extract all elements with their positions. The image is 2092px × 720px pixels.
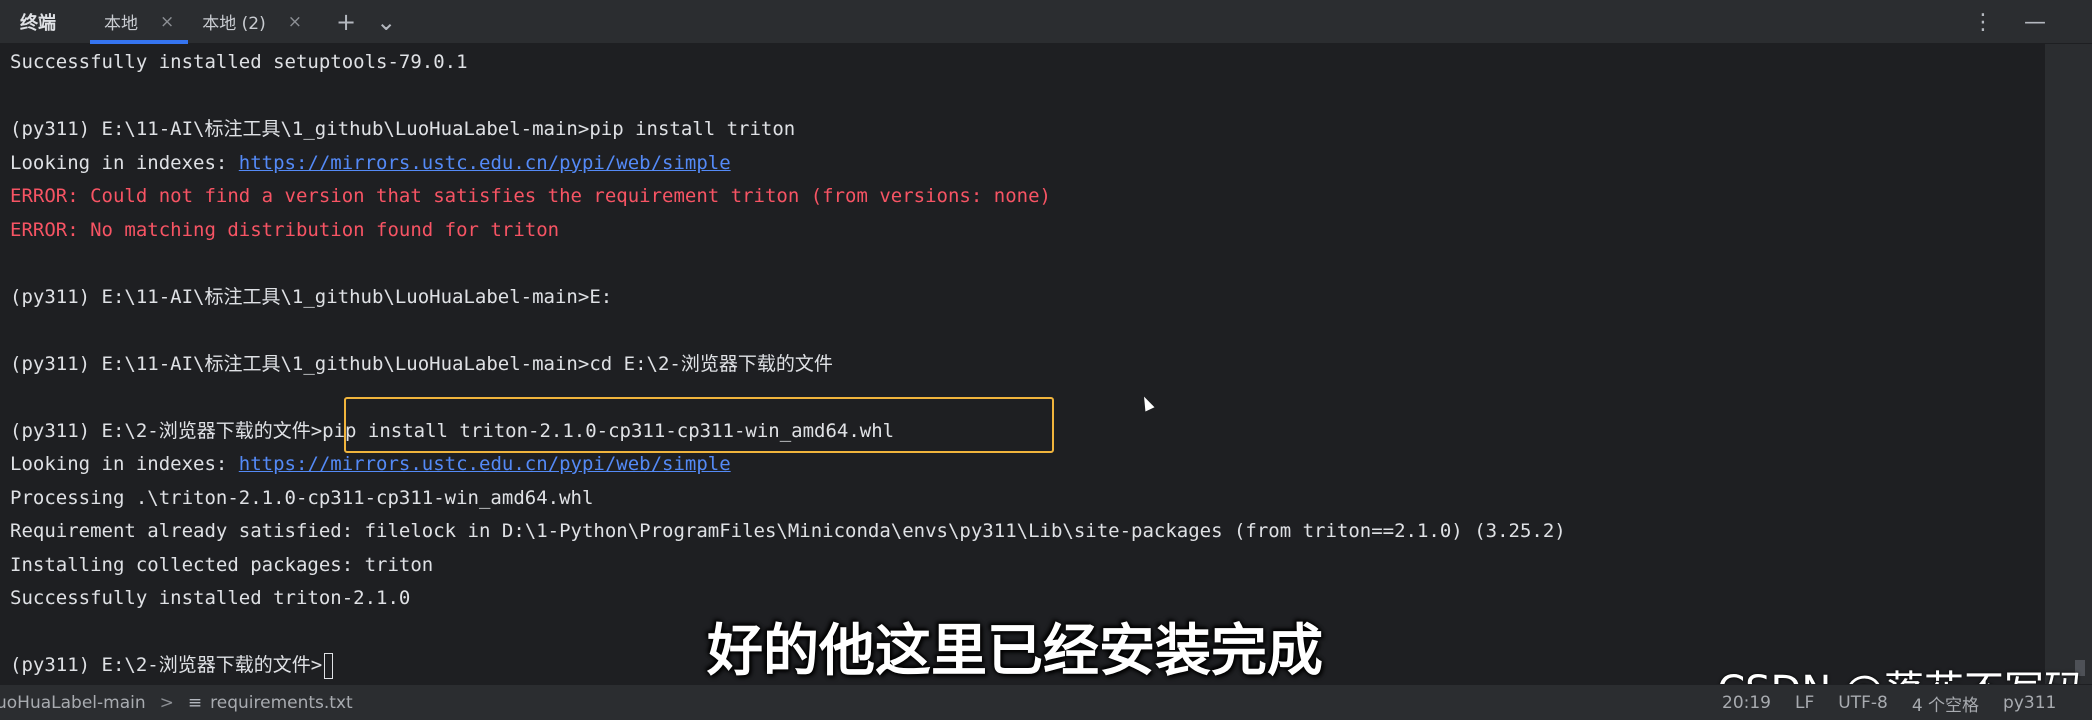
vertical-scrollbar[interactable] bbox=[2045, 44, 2092, 684]
minimize-icon[interactable]: — bbox=[2024, 10, 2046, 35]
terminal-line: Looking in indexes: https://mirrors.ustc… bbox=[10, 147, 1566, 181]
breadcrumb-file[interactable]: requirements.txt bbox=[210, 693, 353, 713]
tab-label: 本地 (2) bbox=[202, 14, 266, 34]
more-options-icon[interactable]: ⋮ bbox=[1972, 10, 1994, 35]
terminal-line: Installing collected packages: triton bbox=[10, 549, 1566, 583]
index-url-link[interactable]: https://mirrors.ustc.edu.cn/pypi/web/sim… bbox=[239, 453, 731, 475]
line-text: Processing .\triton-2.1.0-cp311-cp311-wi… bbox=[10, 486, 594, 509]
line-text: (py311) E:\11-AI\标注工具\1_github\LuoHuaLab… bbox=[10, 352, 833, 375]
chevron-down-icon[interactable]: ⌄ bbox=[376, 8, 396, 36]
tab-local[interactable]: 本地 × bbox=[90, 0, 189, 44]
breadcrumb-separator: > bbox=[159, 692, 174, 713]
line-text: Installing collected packages: triton bbox=[10, 553, 434, 576]
status-bar: uoHuaLabel-main > ≡ requirements.txt 20:… bbox=[0, 684, 2092, 720]
tab-local-2[interactable]: 本地 (2) × bbox=[188, 0, 316, 44]
line-ending[interactable]: LF bbox=[1795, 693, 1814, 713]
line-text: (py311) E:\11-AI\标注工具\1_github\LuoHuaLab… bbox=[10, 118, 796, 140]
indent-setting[interactable]: 4 个空格 bbox=[1912, 691, 1979, 716]
terminal-output[interactable]: Successfully installed setuptools-79.0.1… bbox=[0, 44, 2045, 684]
terminal-line: Processing .\triton-2.1.0-cp311-cp311-wi… bbox=[10, 482, 1566, 516]
terminal-line: (py311) E:\11-AI\标注工具\1_github\LuoHuaLab… bbox=[10, 113, 1566, 147]
line-prefix: Looking in indexes: bbox=[10, 151, 239, 174]
terminal-window: 终端 本地 × 本地 (2) × + ⌄ ⋮ — Successfully in… bbox=[0, 0, 2092, 720]
line-text: (py311) E:\11-AI\标注工具\1_github\LuoHuaLab… bbox=[10, 285, 613, 308]
index-url-link[interactable]: https://mirrors.ustc.edu.cn/pypi/web/sim… bbox=[239, 152, 731, 174]
breadcrumb: uoHuaLabel-main > ≡ requirements.txt bbox=[0, 693, 353, 713]
highlight-box bbox=[344, 397, 1054, 453]
status-widgets: 20:19 LF UTF-8 4 个空格 py311 bbox=[1722, 685, 2080, 720]
terminal-line: ERROR: No matching distribution found fo… bbox=[10, 214, 1566, 248]
terminal-line: (py311) E:\11-AI\标注工具\1_github\LuoHuaLab… bbox=[10, 348, 1566, 382]
caret-position[interactable]: 20:19 bbox=[1722, 693, 1771, 713]
line-prefix: Looking in indexes: bbox=[10, 453, 239, 475]
terminal-line: Requirement already satisfied: filelock … bbox=[10, 515, 1566, 549]
tool-window-title: 终端 bbox=[20, 12, 56, 34]
terminal-lines: Successfully installed setuptools-79.0.1… bbox=[10, 44, 1566, 683]
close-icon[interactable]: × bbox=[288, 12, 302, 32]
close-icon[interactable]: × bbox=[160, 12, 174, 32]
error-text: ERROR: Could not find a version that sat… bbox=[10, 185, 1051, 207]
file-encoding[interactable]: UTF-8 bbox=[1838, 693, 1888, 713]
python-interpreter[interactable]: py311 bbox=[2003, 693, 2056, 713]
tab-label: 本地 bbox=[104, 14, 138, 34]
add-tab-icon[interactable]: + bbox=[336, 8, 356, 36]
text-file-icon: ≡ bbox=[187, 692, 203, 713]
breadcrumb-project[interactable]: uoHuaLabel-main bbox=[0, 693, 146, 713]
tab-bar-actions: ⋮ — bbox=[1942, 0, 2046, 44]
tab-bar: 终端 本地 × 本地 (2) × + ⌄ ⋮ — bbox=[0, 0, 2092, 44]
terminal-line: Successfully installed setuptools-79.0.1 bbox=[10, 46, 1566, 80]
line-text: Successfully installed setuptools-79.0.1 bbox=[10, 51, 468, 73]
terminal-line: ERROR: Could not find a version that sat… bbox=[10, 180, 1566, 214]
terminal-line: (py311) E:\11-AI\标注工具\1_github\LuoHuaLab… bbox=[10, 281, 1566, 315]
terminal-line: Looking in indexes: https://mirrors.ustc… bbox=[10, 448, 1566, 482]
error-text: ERROR: No matching distribution found fo… bbox=[10, 218, 560, 241]
line-text: Requirement already satisfied: filelock … bbox=[10, 520, 1566, 542]
